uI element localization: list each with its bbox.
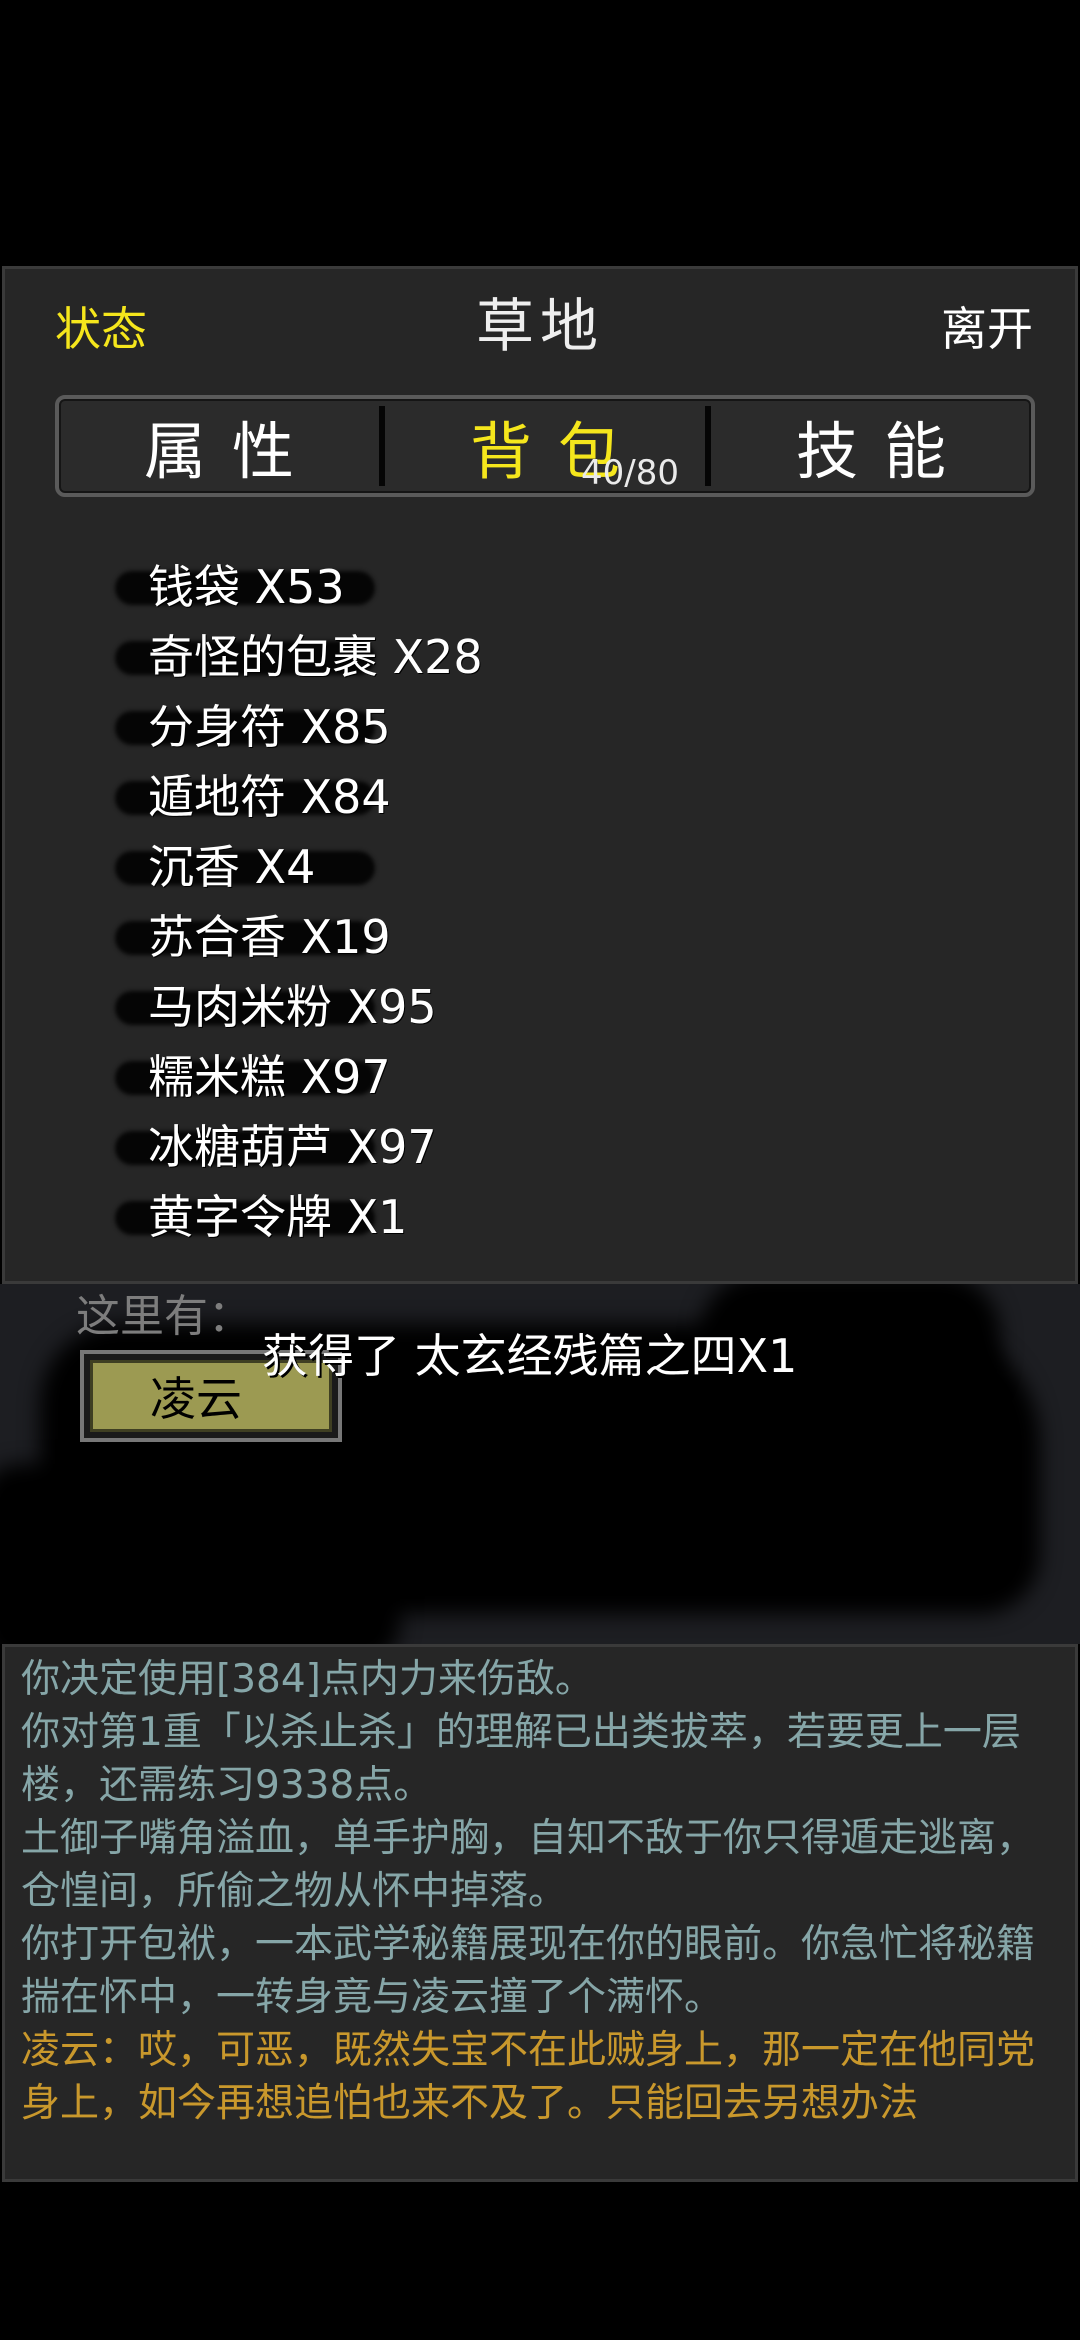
inventory-item[interactable]: 奇怪的包裹 X28 bbox=[115, 619, 820, 689]
here-label: 这里有： bbox=[76, 1291, 252, 1342]
item-label: 奇怪的包裹 X28 bbox=[148, 630, 483, 684]
tab-bar: 属性 背包 40/80 技能 bbox=[55, 395, 1035, 497]
log-line: 你对第1重「以杀止杀」的理解已出类拔萃，若要更上一层楼，还需练习9338点。 bbox=[21, 1710, 1021, 1808]
backpack-capacity: 40/80 bbox=[581, 453, 679, 493]
item-label: 马肉米粉 X95 bbox=[148, 980, 437, 1034]
item-label: 苏合香 X19 bbox=[148, 910, 391, 964]
item-label: 钱袋 X53 bbox=[148, 560, 345, 614]
inventory-item[interactable]: 糯米糕 X97 bbox=[115, 1039, 820, 1109]
inventory-item[interactable]: 马肉米粉 X95 bbox=[115, 969, 820, 1039]
leave-button[interactable]: 离开 bbox=[941, 293, 1033, 359]
tab-skills[interactable]: 技能 bbox=[711, 399, 1031, 493]
tab-attributes[interactable]: 属性 bbox=[59, 399, 379, 493]
inventory-item[interactable]: 遁地符 X84 bbox=[115, 759, 820, 829]
tab-label: 技能 bbox=[795, 415, 972, 488]
log-line-dialogue: 凌云：哎，可恶，既然失宝不在此贼身上，那一定在他同党身上，如今再想追怕也来不及了… bbox=[21, 2028, 1036, 2126]
inventory-item[interactable]: 冰糖葫芦 X97 bbox=[115, 1109, 820, 1179]
location-panel: 状态 草地 离开 属性 背包 40/80 技能 钱袋 X53 奇怪的包裹 X28… bbox=[2, 266, 1078, 1284]
log-line: 你决定使用[384]点内力来伤敌。 bbox=[21, 1657, 594, 1702]
tab-label: 属性 bbox=[143, 415, 320, 488]
item-label: 分身符 X85 bbox=[148, 700, 391, 754]
message-log[interactable]: 你决定使用[384]点内力来伤敌。 你对第1重「以杀止杀」的理解已出类拔萃，若要… bbox=[2, 1644, 1078, 2182]
bottom-spacer bbox=[0, 2182, 1080, 2340]
inventory-item[interactable]: 黄字令牌 X1 bbox=[115, 1179, 820, 1249]
inventory-item[interactable]: 分身符 X85 bbox=[115, 689, 820, 759]
item-label: 沉香 X4 bbox=[148, 840, 316, 894]
ink-wash-shape bbox=[0, 1464, 400, 1644]
inventory-item[interactable]: 苏合香 X19 bbox=[115, 899, 820, 969]
top-spacer bbox=[0, 0, 1080, 266]
log-line: 你打开包袱，一本武学秘籍展现在你的眼前。你急忙将秘籍揣在怀中，一转身竟与凌云撞了… bbox=[21, 1922, 1036, 2020]
reward-toast: 获得了 太玄经残篇之四X1 bbox=[262, 1329, 798, 1383]
item-label: 遁地符 X84 bbox=[148, 770, 391, 824]
item-label: 黄字令牌 X1 bbox=[148, 1190, 408, 1244]
tab-backpack[interactable]: 背包 40/80 bbox=[385, 399, 705, 493]
location-title: 草地 bbox=[475, 292, 604, 360]
inventory-item[interactable]: 钱袋 X53 bbox=[115, 549, 820, 619]
npc-name: 凌云 bbox=[150, 1372, 242, 1426]
inventory-list: 钱袋 X53 奇怪的包裹 X28 分身符 X85 遁地符 X84 沉香 X4 苏… bbox=[115, 549, 820, 1249]
log-line: 土御子嘴角溢血，单手护胸，自知不敌于你只得遁走逃离，仓惶间，所偷之物从怀中掉落。 bbox=[21, 1816, 1036, 1914]
item-label: 糯米糕 X97 bbox=[148, 1050, 391, 1104]
inventory-item[interactable]: 沉香 X4 bbox=[115, 829, 820, 899]
item-label: 冰糖葫芦 X97 bbox=[148, 1120, 437, 1174]
